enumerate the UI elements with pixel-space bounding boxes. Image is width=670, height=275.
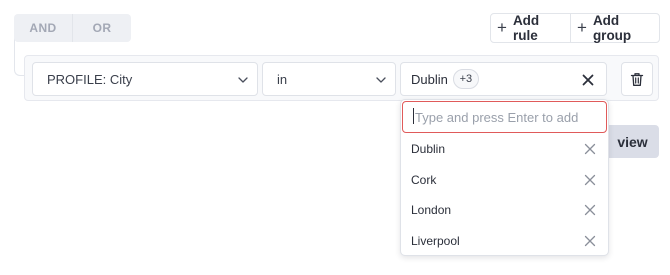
list-item[interactable]: Liverpool bbox=[401, 226, 608, 257]
operator-select-value: in bbox=[277, 71, 288, 87]
close-icon[interactable] bbox=[584, 174, 596, 186]
preview-label: view bbox=[617, 133, 648, 150]
delete-rule-button[interactable] bbox=[621, 62, 653, 96]
selected-value: Dublin bbox=[411, 71, 448, 87]
list-item-label: London bbox=[411, 203, 452, 218]
text-caret bbox=[413, 108, 414, 124]
close-icon[interactable] bbox=[584, 235, 596, 247]
add-group-label: Add group bbox=[592, 13, 632, 43]
add-rule-label: Add rule bbox=[512, 13, 540, 43]
list-item[interactable]: Cork bbox=[401, 165, 608, 196]
operator-select[interactable]: in bbox=[262, 62, 396, 96]
list-item-label: Cork bbox=[411, 172, 437, 187]
close-icon[interactable] bbox=[584, 204, 596, 216]
add-group-button[interactable]: + Add group bbox=[570, 13, 659, 43]
close-icon[interactable] bbox=[580, 72, 596, 88]
values-dropdown: Dublin Cork London Liverpool bbox=[400, 99, 609, 256]
add-actions: + Add rule + Add group bbox=[490, 13, 660, 43]
rule-row: PROFILE: City in Dublin +3 bbox=[24, 55, 659, 101]
and-toggle[interactable]: AND bbox=[14, 14, 72, 42]
field-select[interactable]: PROFILE: City bbox=[32, 62, 258, 96]
add-rule-button[interactable]: + Add rule bbox=[491, 13, 570, 43]
chevron-down-icon bbox=[238, 77, 248, 83]
more-values-badge: +3 bbox=[452, 69, 479, 89]
list-item-label: Liverpool bbox=[411, 233, 460, 248]
close-icon[interactable] bbox=[584, 143, 596, 155]
trash-icon bbox=[630, 72, 644, 86]
chevron-down-icon bbox=[376, 77, 386, 83]
or-toggle[interactable]: OR bbox=[72, 14, 131, 42]
field-select-value: PROFILE: City bbox=[47, 71, 133, 87]
list-item[interactable]: London bbox=[401, 195, 608, 226]
list-item-label: Dublin bbox=[411, 142, 446, 157]
plus-icon: + bbox=[497, 18, 507, 37]
combinator-toggle: AND OR bbox=[14, 14, 131, 42]
plus-icon: + bbox=[577, 18, 587, 37]
list-item[interactable]: Dublin bbox=[401, 134, 608, 165]
value-multiselect[interactable]: Dublin +3 bbox=[400, 62, 607, 96]
value-list: Dublin Cork London Liverpool bbox=[401, 134, 608, 256]
add-value-input[interactable] bbox=[402, 101, 607, 133]
